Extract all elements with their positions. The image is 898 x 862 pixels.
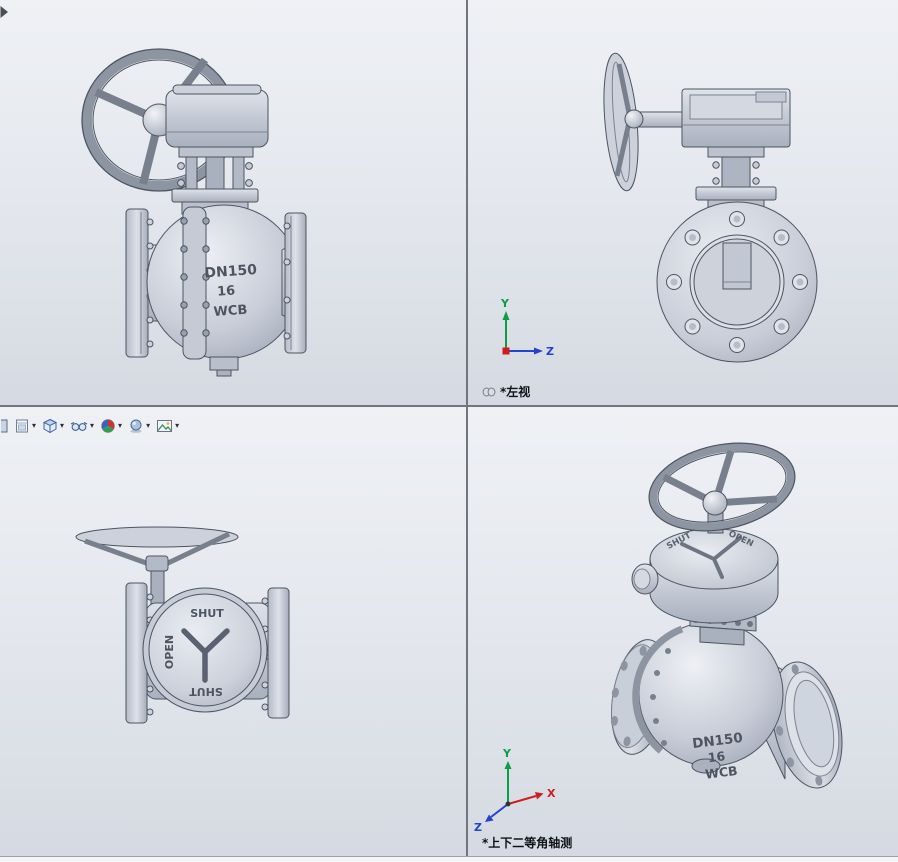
wheel-shaft[interactable]: [625, 110, 683, 128]
axis-y-label: Y: [500, 297, 510, 310]
gearbox-side[interactable]: [682, 89, 790, 157]
viewport-divider-horizontal[interactable]: [0, 405, 898, 407]
viewport-left-view[interactable]: Y Z *左视: [468, 0, 898, 405]
ball-valve-top-view[interactable]: SHUT OPEN SHUT: [0, 407, 466, 856]
svg-text:WCB: WCB: [213, 303, 248, 320]
svg-text:SHUT: SHUT: [189, 685, 223, 698]
viewport-label-text: *左视: [500, 383, 530, 400]
viewport-divider-vertical[interactable]: [466, 0, 468, 856]
svg-text:OPEN: OPEN: [163, 635, 176, 669]
ball-valve-front-view[interactable]: DN150 16 WCB: [0, 0, 466, 405]
axis-z-label: Z: [474, 821, 482, 834]
axis-z-label: Z: [546, 345, 554, 358]
reference-triad: Y Z: [500, 297, 554, 358]
window-bottom-edge: [0, 856, 898, 862]
viewport-label-text: *上下二等角轴测: [482, 834, 572, 851]
viewport-top-view[interactable]: ▾ ▾ ▾: [0, 407, 466, 856]
ball-valve-isometric-view[interactable]: DN150 16 WCB: [468, 407, 898, 856]
flange-face[interactable]: [657, 202, 817, 362]
svg-text:16: 16: [707, 748, 726, 765]
ball-valve-left-view[interactable]: Y Z: [468, 0, 898, 405]
view-indicator-icon: [482, 387, 496, 397]
axis-x-label: X: [547, 787, 556, 800]
viewport-label-left-view: *左视: [482, 383, 530, 400]
handwheel-iso[interactable]: [641, 431, 803, 544]
svg-text:WCB: WCB: [704, 763, 738, 782]
viewport-front-view[interactable]: DN150 16 WCB: [0, 0, 466, 405]
svg-text:16: 16: [217, 284, 236, 300]
svg-text:SHUT: SHUT: [190, 607, 224, 620]
viewport-label-isometric: *上下二等角轴测: [482, 834, 572, 851]
gearbox[interactable]: [166, 85, 268, 157]
axis-y-label: Y: [502, 747, 512, 760]
viewport-isometric-view[interactable]: DN150 16 WCB: [468, 407, 898, 856]
right-end-flange[interactable]: [282, 213, 306, 353]
reference-triad-iso: Y X Z: [474, 747, 556, 834]
cad-multi-viewport-window: DN150 16 WCB: [0, 0, 898, 862]
gearbox-iso[interactable]: [632, 529, 778, 623]
